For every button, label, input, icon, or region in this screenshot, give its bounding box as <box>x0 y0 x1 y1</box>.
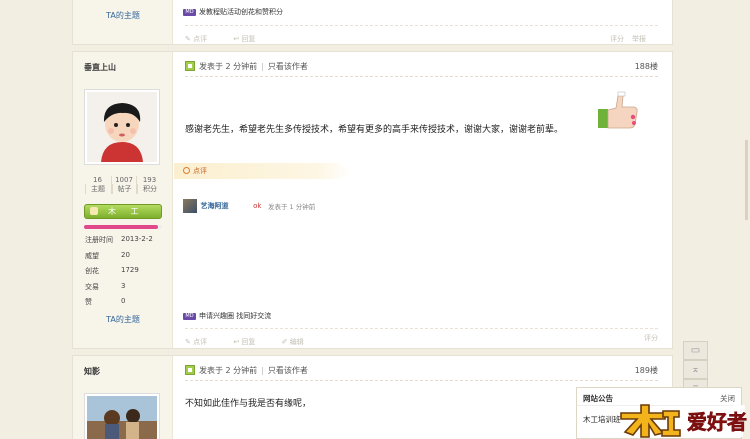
avatar[interactable] <box>84 89 160 165</box>
post-actions: ✎ 点评 ↩ 回复 ✐ 编辑 评分 <box>185 328 658 346</box>
medal-text[interactable]: 申请兴趣圈 找同好交流 <box>199 312 271 320</box>
floor-number[interactable]: 188楼 <box>635 61 658 72</box>
post-header: 发表于 2 分钟前 | 只看该作者 188楼 <box>185 57 658 77</box>
avatar[interactable] <box>84 393 160 439</box>
medal-badge: MD <box>183 8 196 16</box>
site-logo-image: 爱好者 <box>620 404 747 438</box>
author-name[interactable]: 知影 <box>84 366 100 377</box>
author-sidebar: 知影 <box>73 356 173 439</box>
comment-item: 艺海阿道 ok 发表于 1 分钟前 <box>183 199 315 215</box>
post-header: 发表于 2 分钟前 | 只看该作者 189楼 <box>185 361 658 381</box>
info-row: 交易 3 <box>85 281 126 291</box>
ta-topics-link[interactable]: TA的主题 <box>73 10 173 21</box>
post-actions: ✎ 点评 ↩ 回复 评分 举报 <box>185 25 658 43</box>
medal-row: MD 发教程贴活动创花和赞积分 <box>183 7 283 17</box>
back-to-top-button[interactable]: ⌅ <box>683 360 708 379</box>
comment-action[interactable]: ✎ 点评 <box>185 30 219 44</box>
post-body: 发表于 2 分钟前 | 只看该作者 188楼 感谢老先生，希望老先生多传授技术，希望… <box>174 52 672 348</box>
info-row: 创花 1729 <box>85 266 139 275</box>
post-187: TA的主题 MD 发教程贴活动创花和赞积分 ✎ 点评 ↩ 回复 评分 举报 <box>72 0 673 45</box>
commenter-name[interactable]: 艺海阿道 <box>201 202 229 210</box>
info-row: 赞0 <box>85 297 126 306</box>
comment-section-label: 点评 <box>193 167 207 175</box>
author-name[interactable]: 垂直上山 <box>84 62 116 73</box>
stat-points[interactable]: 193 积分 <box>136 176 161 194</box>
only-author-link[interactable]: 只看该作者 <box>268 366 308 375</box>
quick-reply-button[interactable]: ▭ <box>683 341 708 360</box>
notice-title: 网站公告 <box>583 394 613 403</box>
only-author-link[interactable]: 只看该作者 <box>268 62 308 71</box>
info-row: 威望 20 <box>85 250 130 260</box>
medal-text[interactable]: 发教程贴活动创花和赞积分 <box>199 8 283 16</box>
scrollbar-thumb[interactable] <box>745 140 748 220</box>
edit-action[interactable]: ✐ 编辑 <box>282 333 316 347</box>
comment-section-bar: 点评 <box>174 163 352 179</box>
reply-action[interactable]: ↩ 回复 <box>233 333 267 347</box>
group-icon <box>90 207 98 215</box>
report-action[interactable]: 举报 <box>632 34 646 44</box>
comment-section-icon <box>183 167 190 174</box>
thumbs-up-icon <box>596 90 640 132</box>
reply-action[interactable]: ↩ 回复 <box>233 30 267 44</box>
commenter-avatar[interactable] <box>183 199 197 213</box>
author-sidebar: 垂直上山 16 主题 1007 帖子 193 积分 木 工 注册时间 2013-… <box>73 52 173 348</box>
post-content: 感谢老先生，希望老先生多传授技术，希望有更多的高手来传授技术，谢谢大家，谢谢老前… <box>185 125 564 135</box>
post-188: 垂直上山 16 主题 1007 帖子 193 积分 木 工 注册时间 2013-… <box>72 51 673 349</box>
rate-action[interactable]: 评分 <box>610 34 624 44</box>
floor-number[interactable]: 189楼 <box>635 365 658 376</box>
ta-topics-link[interactable]: TA的主题 <box>73 314 173 325</box>
avatar-image <box>87 92 157 162</box>
site-logo: 爱好者 <box>619 399 747 439</box>
right-actions: 评分 举报 <box>610 30 646 44</box>
scrollbar[interactable] <box>743 0 750 439</box>
online-icon <box>185 365 195 375</box>
stat-topics[interactable]: 16 主题 <box>85 176 110 194</box>
post-meta: 发表于 2 分钟前 | 只看该作者 <box>199 62 308 71</box>
info-row: 注册时间 2013-2-2 <box>85 235 153 244</box>
comment-action[interactable]: ✎ 点评 <box>185 333 219 347</box>
comment-time: 发表于 1 分钟前 <box>267 203 316 211</box>
level-progress <box>84 225 162 229</box>
svg-text:爱好者: 爱好者 <box>687 410 747 434</box>
medal-badge: MD <box>183 312 196 320</box>
medal-row: MD 申请兴趣圈 找同好交流 <box>183 311 271 321</box>
chat-icon: ▭ <box>690 345 701 356</box>
author-stats: 16 主题 1007 帖子 193 积分 <box>85 176 161 194</box>
avatar-image <box>87 396 157 439</box>
notice-item[interactable]: 木工培训班 <box>583 414 621 425</box>
post-meta: 发表于 2 分钟前 | 只看该作者 <box>199 366 308 375</box>
level-progress-fill <box>84 225 159 229</box>
stat-posts[interactable]: 1007 帖子 <box>110 176 136 194</box>
group-label: 木 工 <box>108 207 145 216</box>
arrow-up-icon: ⌅ <box>691 364 700 375</box>
post-content: 不知如此佳作与我是否有缘呢， <box>185 399 312 409</box>
online-icon <box>185 61 195 71</box>
post-time: 发表于 2 分钟前 <box>199 62 258 71</box>
author-sidebar: TA的主题 <box>73 0 173 44</box>
post-time: 发表于 2 分钟前 <box>199 366 258 375</box>
rate-action[interactable]: 评分 <box>644 333 658 343</box>
author-info: 注册时间 2013-2-2 威望 20 创花 1729 交易 3 赞0 <box>85 235 153 313</box>
comment-text: ok <box>253 202 262 210</box>
group-button[interactable]: 木 工 <box>84 204 162 219</box>
post-body: MD 发教程贴活动创花和赞积分 ✎ 点评 ↩ 回复 评分 举报 <box>174 0 672 44</box>
